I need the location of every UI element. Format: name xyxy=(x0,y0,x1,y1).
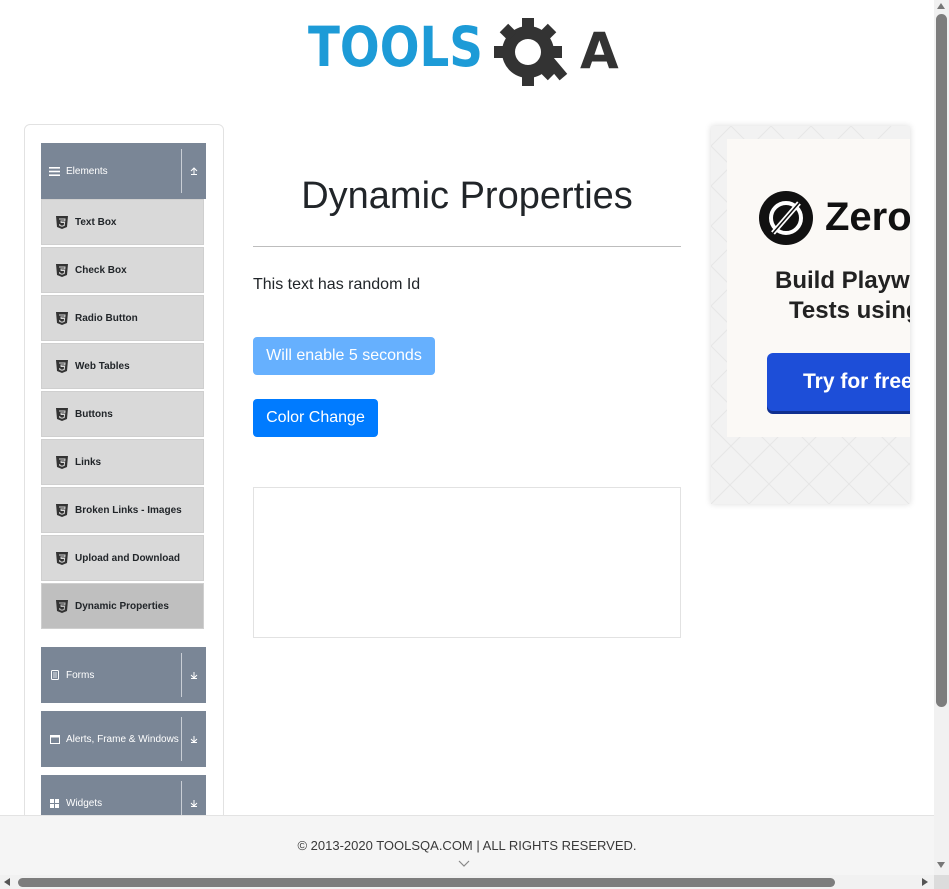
color-change-button[interactable]: Color Change xyxy=(253,399,378,437)
sidebar-item-label: Broken Links - Images xyxy=(75,504,182,516)
horizontal-scrollbar[interactable] xyxy=(0,875,934,889)
group-alerts-frame-windows-header[interactable]: Alerts, Frame & Windows xyxy=(41,711,206,767)
logo-text-a: A xyxy=(580,22,619,80)
form-icon xyxy=(49,670,60,681)
group-label: Forms xyxy=(66,669,95,681)
sidebar-item-label: Check Box xyxy=(75,264,127,276)
html5-icon xyxy=(56,407,68,421)
toolsqa-logo[interactable]: TOOLS A xyxy=(308,14,633,94)
sidebar-item-buttons[interactable]: Buttons xyxy=(41,391,204,437)
scrollbar-corner xyxy=(934,875,949,889)
ad-brand-text: ZeroSt xyxy=(825,195,910,239)
ad-headline-line2: Tests using xyxy=(789,297,910,324)
sidebar-item-check-box[interactable]: Check Box xyxy=(41,247,204,293)
sidebar-item-label: Dynamic Properties xyxy=(75,600,169,612)
collapse-up-icon[interactable] xyxy=(181,149,206,193)
title-divider xyxy=(253,246,681,247)
scroll-left-arrow-icon[interactable] xyxy=(4,878,10,886)
sidebar-item-label: Radio Button xyxy=(75,312,138,324)
sidebar-item-web-tables[interactable]: Web Tables xyxy=(41,343,204,389)
sidebar-item-links[interactable]: Links xyxy=(41,439,204,485)
html5-icon xyxy=(56,359,68,373)
horizontal-scroll-thumb[interactable] xyxy=(18,878,835,887)
sidebar-item-label: Buttons xyxy=(75,408,113,420)
sidebar-item-dynamic-properties[interactable]: Dynamic Properties xyxy=(41,583,204,629)
footer-copyright: © 2013-2020 TOOLSQA.COM | ALL RIGHTS RES… xyxy=(297,838,637,853)
ad-cta-button[interactable]: Try for free → xyxy=(767,353,910,411)
logo-text-tools: TOOLS xyxy=(308,15,483,79)
group-elements-header[interactable]: Elements xyxy=(41,143,206,199)
ad-banner[interactable]: ZeroSt Build Playwri Tests using Try for… xyxy=(711,126,910,504)
zerostep-logo-icon xyxy=(759,191,813,245)
sidebar-item-upload-and-download[interactable]: Upload and Download xyxy=(41,535,204,581)
window-icon xyxy=(49,734,60,745)
scroll-up-arrow-icon[interactable] xyxy=(937,3,945,9)
html5-icon xyxy=(56,311,68,325)
vertical-scroll-thumb[interactable] xyxy=(936,14,947,707)
enable-after-button[interactable]: Will enable 5 seconds xyxy=(253,337,435,375)
html5-icon xyxy=(56,263,68,277)
scroll-down-arrow-icon[interactable] xyxy=(937,862,945,868)
group-label: Alerts, Frame & Windows xyxy=(66,733,179,745)
sidebar-item-radio-button[interactable]: Radio Button xyxy=(41,295,204,341)
html5-icon xyxy=(56,215,68,229)
gear-q-icon xyxy=(494,18,568,86)
vertical-scrollbar[interactable] xyxy=(934,0,949,875)
expand-down-icon[interactable] xyxy=(181,653,206,697)
html5-icon xyxy=(56,599,68,613)
expand-down-icon[interactable] xyxy=(181,717,206,761)
elements-menu-list: Text Box Check Box Radio Button Web Tabl… xyxy=(41,199,204,631)
footer: © 2013-2020 TOOLSQA.COM | ALL RIGHTS RES… xyxy=(0,815,934,876)
sidebar-item-label: Upload and Download xyxy=(75,552,180,564)
widgets-icon xyxy=(49,798,60,809)
html5-icon xyxy=(56,503,68,517)
ad-headline-line1: Build Playwri xyxy=(775,267,910,294)
sidebar-item-label: Text Box xyxy=(75,216,117,228)
random-id-text: This text has random Id xyxy=(253,276,421,293)
group-label: Widgets xyxy=(66,797,103,809)
html5-icon xyxy=(56,551,68,565)
menu-lines-icon xyxy=(49,166,60,177)
sidebar-item-text-box[interactable]: Text Box xyxy=(41,199,204,245)
group-forms-header[interactable]: Forms xyxy=(41,647,206,703)
chevron-down-icon[interactable] xyxy=(458,860,470,868)
sidebar-item-broken-links-images[interactable]: Broken Links - Images xyxy=(41,487,204,533)
page-title: Dynamic Properties xyxy=(301,175,633,217)
scroll-right-arrow-icon[interactable] xyxy=(922,878,928,886)
header: TOOLS A xyxy=(0,0,934,110)
sidebar-item-label: Links xyxy=(75,456,102,468)
ad-card: ZeroSt Build Playwri Tests using Try for… xyxy=(727,139,910,437)
group-label: Elements xyxy=(66,165,108,177)
sidebar-item-label: Web Tables xyxy=(75,360,130,372)
html5-icon xyxy=(56,455,68,469)
left-nav-panel: Elements Text Box Check Box Radio Button… xyxy=(24,124,224,846)
content-placeholder-box xyxy=(253,487,681,638)
